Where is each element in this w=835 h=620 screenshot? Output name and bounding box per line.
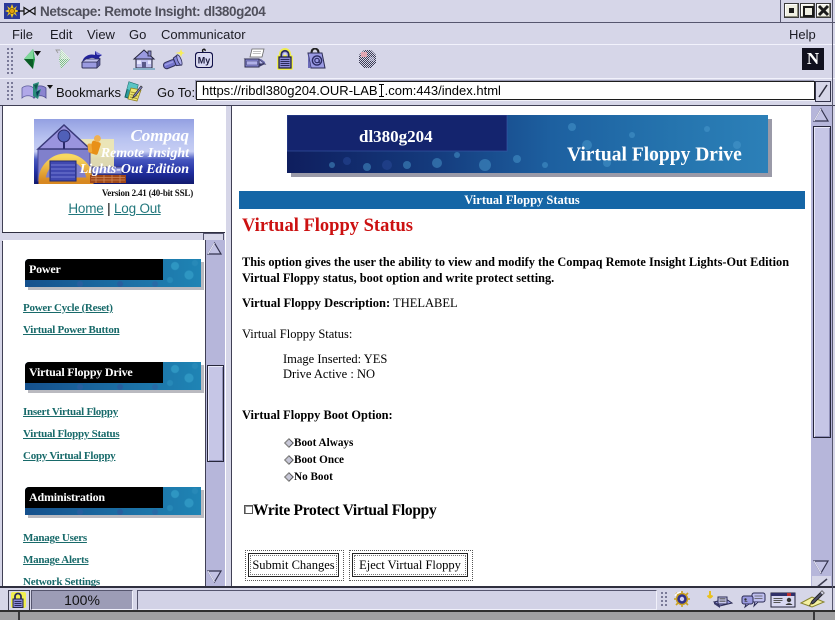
svg-text:Virtual Floppy Drive: Virtual Floppy Drive: [567, 145, 742, 166]
svg-text:Remote Insight: Remote Insight: [100, 146, 190, 161]
svg-text:Lights-Out Edition: Lights-Out Edition: [79, 162, 190, 177]
svg-text:My: My: [198, 56, 211, 66]
svg-text:dl380g204: dl380g204: [359, 127, 433, 146]
svg-text:Compaq: Compaq: [130, 126, 189, 145]
